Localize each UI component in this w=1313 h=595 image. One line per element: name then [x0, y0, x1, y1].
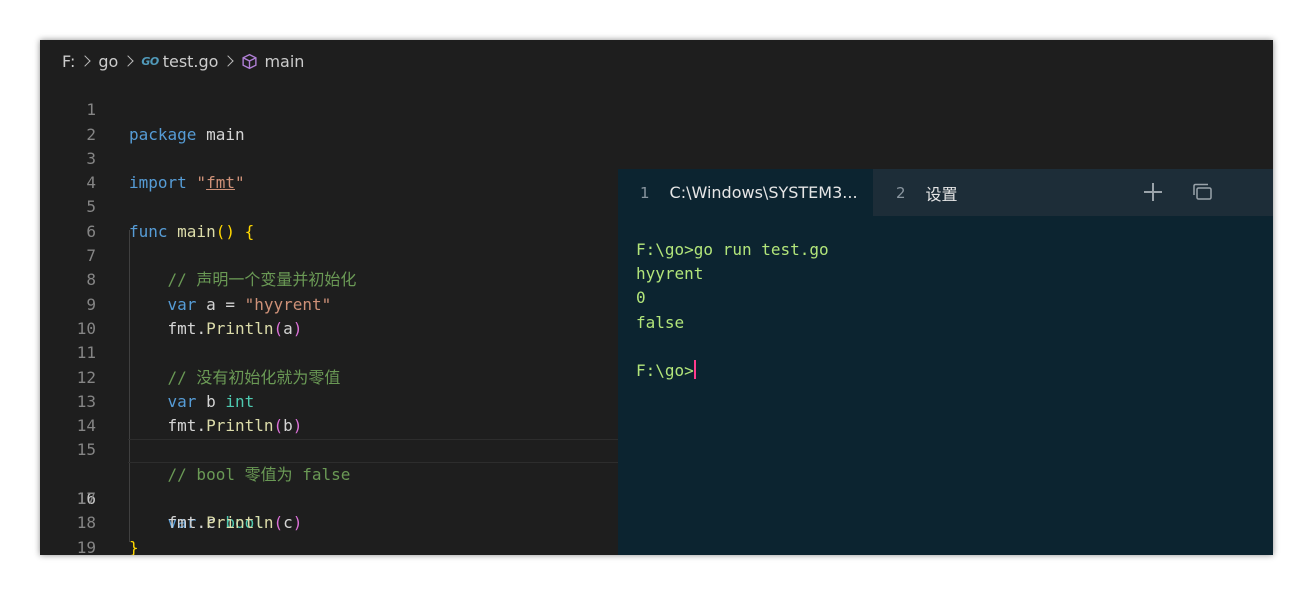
tab-number: 1 [640, 183, 650, 202]
tab-title: C:\Windows\SYSTEM3... [669, 183, 858, 202]
tab-title: 设置 [925, 184, 958, 204]
terminal-tab-2[interactable]: 2 设置 [896, 169, 958, 216]
terminal-tab-1[interactable]: 1 C:\Windows\SYSTEM3... [618, 169, 873, 216]
new-tab-plus-icon[interactable] [1142, 181, 1164, 203]
terminal-prompt-line: F:\go> [636, 359, 829, 383]
bracket: } [129, 537, 139, 555]
chevron-right-icon [79, 55, 92, 67]
chevron-right-icon [222, 55, 235, 67]
breadcrumb-symbol-label: main [264, 51, 305, 71]
app-window: F: go GO test.go main 1 package main 2 3… [40, 40, 1273, 555]
breadcrumb-file-label: test.go [162, 51, 219, 71]
cube-icon [241, 53, 258, 70]
breadcrumb: F: go GO test.go main [40, 48, 1273, 74]
tab-number: 2 [896, 183, 906, 202]
code-line[interactable]: 4 [40, 147, 1273, 192]
breadcrumb-file[interactable]: GO test.go [141, 52, 218, 71]
switch-window-icon[interactable] [1192, 182, 1214, 202]
code-line[interactable]: 3 import "fmt" [40, 123, 1273, 192]
text-cursor [693, 359, 696, 379]
line-number: 19 [76, 537, 96, 555]
breadcrumb-symbol[interactable]: main [241, 52, 304, 71]
code-line[interactable]: 1 package main [40, 74, 1273, 143]
breadcrumb-folder[interactable]: go [98, 52, 118, 71]
terminal-window[interactable]: 1 C:\Windows\SYSTEM3... 2 设置 F:\go>go ru… [618, 169, 1273, 555]
terminal-output[interactable]: F:\go>go run test.go hyyrent 0 false F:\… [636, 238, 829, 383]
breadcrumb-drive[interactable]: F: [62, 52, 75, 71]
terminal-prompt: F:\go> [636, 360, 694, 380]
code-line[interactable]: 2 [40, 98, 1273, 144]
terminal-line: hyyrent [636, 264, 704, 284]
terminal-tab-bar: 1 C:\Windows\SYSTEM3... 2 设置 [618, 169, 1273, 216]
terminal-line: false [636, 312, 685, 332]
terminal-line: F:\go>go run test.go [636, 240, 829, 259]
chevron-right-icon [122, 55, 134, 67]
terminal-line: 0 [636, 288, 646, 308]
go-file-icon: GO [141, 54, 159, 68]
